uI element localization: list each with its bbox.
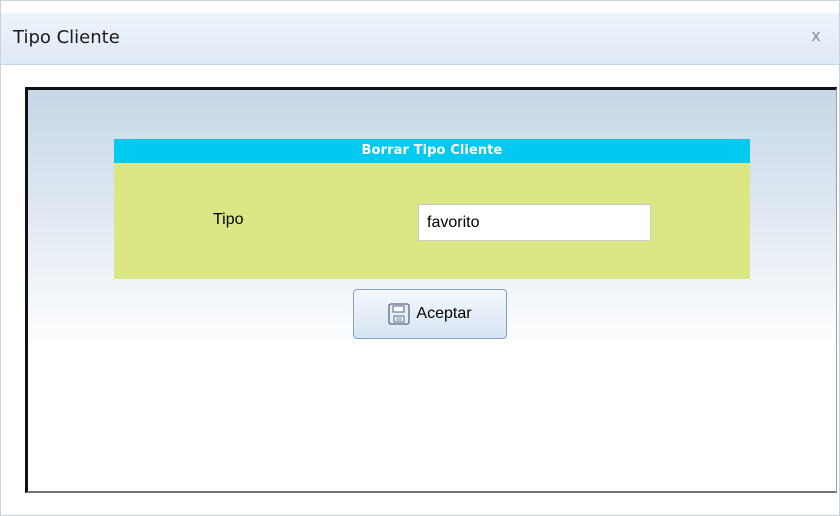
accept-button[interactable]: Aceptar — [353, 289, 507, 339]
close-icon[interactable]: x — [807, 27, 825, 45]
panel-header: Borrar Tipo Cliente — [114, 139, 750, 163]
title-bar: Tipo Cliente x — [1, 13, 839, 65]
save-icon — [388, 303, 411, 325]
content-frame: Borrar Tipo Cliente Tipo Aceptar — [25, 87, 837, 493]
form-panel: Borrar Tipo Cliente Tipo — [114, 139, 750, 279]
tipo-label: Tipo — [213, 211, 244, 228]
accept-label: Aceptar — [416, 305, 472, 322]
window-title: Tipo Cliente — [13, 27, 120, 48]
dialog-window: Tipo Cliente x Borrar Tipo Cliente Tipo … — [0, 0, 840, 516]
tipo-input[interactable] — [418, 204, 651, 241]
top-strip — [1, 1, 839, 13]
